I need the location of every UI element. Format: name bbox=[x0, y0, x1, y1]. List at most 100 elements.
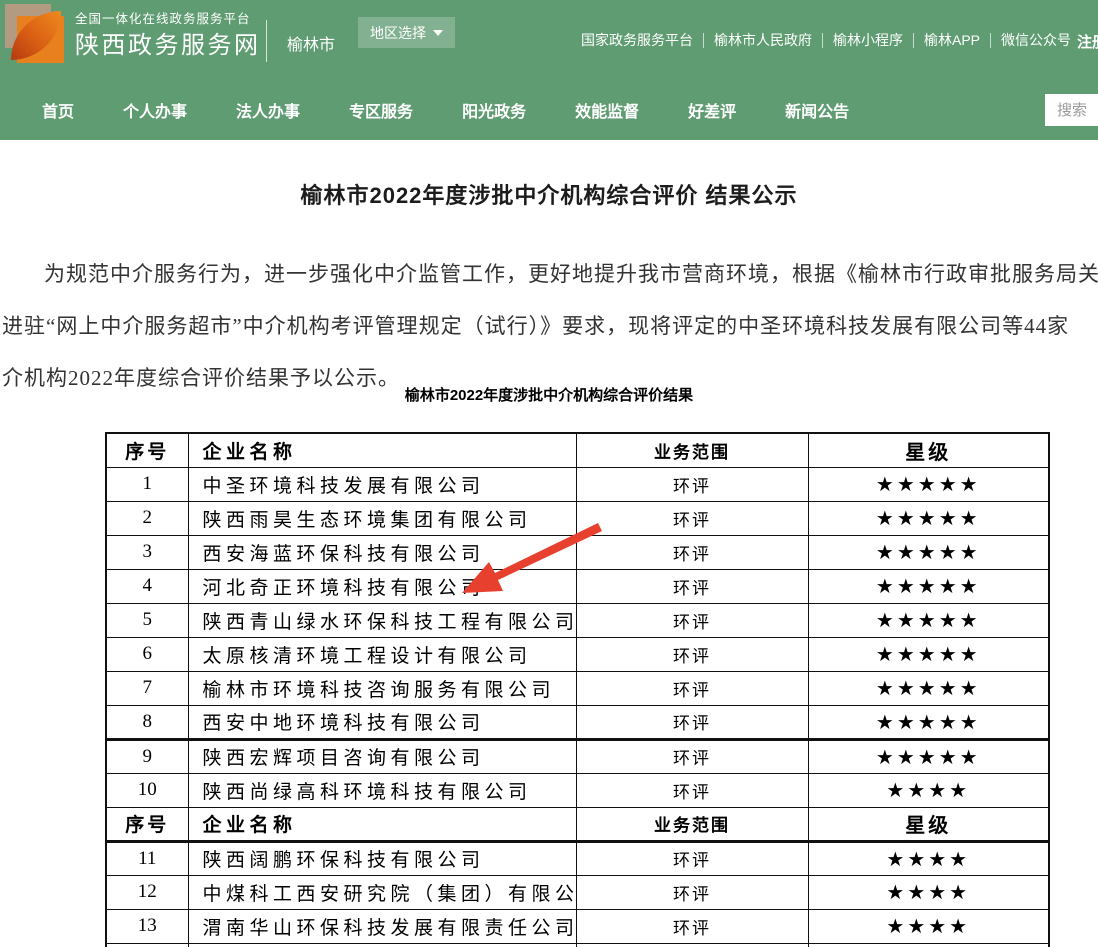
row-number-cell: 11 bbox=[106, 841, 188, 875]
star-rating-cell: ★★★★ bbox=[808, 909, 1049, 943]
star-rating-cell: ★★★★★ bbox=[808, 467, 1049, 501]
column-header: 星级 bbox=[808, 433, 1049, 467]
company-name-cell: 陕西尚绿高科环境科技有限公司 bbox=[188, 773, 576, 807]
company-name-cell: 陕西雨昊生态环境集团有限公司 bbox=[188, 501, 576, 535]
company-name-cell: 榆林市环境科技咨询服务有限公司 bbox=[188, 671, 576, 705]
current-city-label: 榆林市 bbox=[287, 31, 335, 55]
paragraph-line: 进驻“网上中介服务超市”中介机构考评管理规定（试行）》要求，现将评定的中圣环境科… bbox=[2, 300, 1098, 352]
row-number-cell: 2 bbox=[106, 501, 188, 535]
table-row: 3西安海蓝环保科技有限公司环评★★★★★ bbox=[106, 535, 1049, 569]
table-row: 2陕西雨昊生态环境集团有限公司环评★★★★★ bbox=[106, 501, 1049, 535]
nav-item[interactable]: 法人办事 bbox=[236, 98, 300, 122]
evaluation-results-table: 序号企业名称业务范围星级1中圣环境科技发展有限公司环评★★★★★2陕西雨昊生态环… bbox=[105, 432, 1050, 947]
row-number-cell: 5 bbox=[106, 603, 188, 637]
row-number-cell: 10 bbox=[106, 773, 188, 807]
search-input[interactable] bbox=[1045, 94, 1098, 126]
star-rating-cell: ★★★★★ bbox=[808, 569, 1049, 603]
header-link[interactable]: 国家政务服务平台 bbox=[581, 30, 703, 50]
row-number-cell: 8 bbox=[106, 705, 188, 739]
register-link[interactable]: 注册 bbox=[1077, 31, 1098, 52]
business-scope-cell: 环评 bbox=[576, 569, 808, 603]
page: 全国一体化在线政务服务平台 陕西政务服务网 榆林市 地区选择 国家政务服务平台榆… bbox=[0, 0, 1098, 947]
company-name-cell: 渭南华山环保科技发展有限责任公司 bbox=[188, 909, 576, 943]
nav-item[interactable]: 阳光政务 bbox=[462, 98, 526, 122]
company-name-cell: 陕西宏辉项目咨询有限公司 bbox=[188, 739, 576, 773]
business-scope-cell: 环评 bbox=[576, 875, 808, 909]
brand-divider bbox=[266, 20, 267, 62]
page-title: 榆林市2022年度涉批中介机构综合评价 结果公示 bbox=[0, 178, 1098, 210]
business-scope-cell: 环评 bbox=[576, 841, 808, 875]
nav-item[interactable]: 新闻公告 bbox=[785, 98, 849, 122]
star-rating-cell: ★★★★★ bbox=[808, 603, 1049, 637]
business-scope-cell: 环评 bbox=[576, 535, 808, 569]
star-rating-cell: ★★★★ bbox=[808, 875, 1049, 909]
header-top-row: 全国一体化在线政务服务平台 陕西政务服务网 榆林市 地区选择 国家政务服务平台榆… bbox=[0, 0, 1098, 80]
table-header-row: 序号企业名称业务范围星级 bbox=[106, 433, 1049, 467]
empty-cell bbox=[576, 943, 808, 947]
table-row: 10陕西尚绿高科环境科技有限公司环评★★★★ bbox=[106, 773, 1049, 807]
company-name-cell: 西安海蓝环保科技有限公司 bbox=[188, 535, 576, 569]
table-row: 7榆林市环境科技咨询服务有限公司环评★★★★★ bbox=[106, 671, 1049, 705]
table-row: 11陕西阔鹏环保科技有限公司环评★★★★ bbox=[106, 841, 1049, 875]
brand-text: 全国一体化在线政务服务平台 陕西政务服务网 bbox=[75, 9, 261, 63]
business-scope-cell: 环评 bbox=[576, 501, 808, 535]
main-nav: 首页 个人办事 法人办事 专区服务 阳光政务 效能监督 好差评 新闻公告 bbox=[0, 80, 1098, 140]
paragraph-line: 为规范中介服务行为，进一步强化中介监管工作，更好地提升我市营商环境，根据《榆林市… bbox=[2, 248, 1098, 300]
company-name-cell: 陕西青山绿水环保科技工程有限公司 bbox=[188, 603, 576, 637]
star-rating-cell: ★★★★★ bbox=[808, 637, 1049, 671]
chevron-down-icon bbox=[433, 30, 443, 36]
row-number-cell: 12 bbox=[106, 875, 188, 909]
column-header: 企业名称 bbox=[188, 807, 576, 841]
business-scope-cell: 环评 bbox=[576, 671, 808, 705]
empty-cell bbox=[808, 943, 1049, 947]
row-number-cell: 4 bbox=[106, 569, 188, 603]
header-link[interactable]: 微信公众号 bbox=[991, 30, 1081, 50]
company-name-cell: 太原核清环境工程设计有限公司 bbox=[188, 637, 576, 671]
table-row: 5陕西青山绿水环保科技工程有限公司环评★★★★★ bbox=[106, 603, 1049, 637]
row-number-cell: 6 bbox=[106, 637, 188, 671]
column-header: 业务范围 bbox=[576, 807, 808, 841]
column-header: 企业名称 bbox=[188, 433, 576, 467]
business-scope-cell: 环评 bbox=[576, 603, 808, 637]
company-name-cell: 陕西阔鹏环保科技有限公司 bbox=[188, 841, 576, 875]
header-link[interactable]: 榆林市人民政府 bbox=[704, 30, 822, 50]
header-link[interactable]: 榆林APP bbox=[914, 30, 990, 50]
nav-item[interactable]: 效能监督 bbox=[575, 98, 639, 122]
row-number-cell: 13 bbox=[106, 909, 188, 943]
star-rating-cell: ★★★★ bbox=[808, 773, 1049, 807]
table-row bbox=[106, 943, 1049, 947]
company-name-cell: 西安中地环境科技有限公司 bbox=[188, 705, 576, 739]
brand-platform-line: 全国一体化在线政务服务平台 bbox=[75, 9, 261, 29]
table-caption: 榆林市2022年度涉批中介机构综合评价结果 bbox=[0, 384, 1098, 405]
header-link[interactable]: 榆林小程序 bbox=[823, 30, 913, 50]
star-rating-cell: ★★★★★ bbox=[808, 501, 1049, 535]
header-links: 国家政务服务平台榆林市人民政府榆林小程序榆林APP微信公众号 bbox=[581, 0, 1081, 80]
star-rating-cell: ★★★★★ bbox=[808, 535, 1049, 569]
nav-item[interactable]: 首页 bbox=[42, 98, 74, 122]
empty-cell bbox=[188, 943, 576, 947]
row-number-cell: 1 bbox=[106, 467, 188, 501]
company-name-cell: 中煤科工西安研究院（集团）有限公司 bbox=[188, 875, 576, 909]
table-row: 8西安中地环境科技有限公司环评★★★★★ bbox=[106, 705, 1049, 739]
nav-item[interactable]: 专区服务 bbox=[349, 98, 413, 122]
star-rating-cell: ★★★★ bbox=[808, 841, 1049, 875]
business-scope-cell: 环评 bbox=[576, 909, 808, 943]
table-row: 9陕西宏辉项目咨询有限公司环评★★★★★ bbox=[106, 739, 1049, 773]
star-rating-cell: ★★★★★ bbox=[808, 705, 1049, 739]
nav-item[interactable]: 个人办事 bbox=[123, 98, 187, 122]
company-name-cell: 河北奇正环境科技有限公司 bbox=[188, 569, 576, 603]
business-scope-cell: 环评 bbox=[576, 739, 808, 773]
notice-paragraph: 为规范中介服务行为，进一步强化中介监管工作，更好地提升我市营商环境，根据《榆林市… bbox=[2, 248, 1098, 404]
table-header-row: 序号企业名称业务范围星级 bbox=[106, 807, 1049, 841]
column-header: 业务范围 bbox=[576, 433, 808, 467]
table-row: 6太原核清环境工程设计有限公司环评★★★★★ bbox=[106, 637, 1049, 671]
table-row: 4河北奇正环境科技有限公司环评★★★★★ bbox=[106, 569, 1049, 603]
star-rating-cell: ★★★★★ bbox=[808, 671, 1049, 705]
brand-site-name: 陕西政务服务网 bbox=[75, 29, 261, 63]
table-row: 13渭南华山环保科技发展有限责任公司环评★★★★ bbox=[106, 909, 1049, 943]
region-select-button[interactable]: 地区选择 bbox=[358, 17, 455, 48]
business-scope-cell: 环评 bbox=[576, 467, 808, 501]
row-number-cell: 3 bbox=[106, 535, 188, 569]
company-name-cell: 中圣环境科技发展有限公司 bbox=[188, 467, 576, 501]
nav-item[interactable]: 好差评 bbox=[688, 98, 736, 122]
